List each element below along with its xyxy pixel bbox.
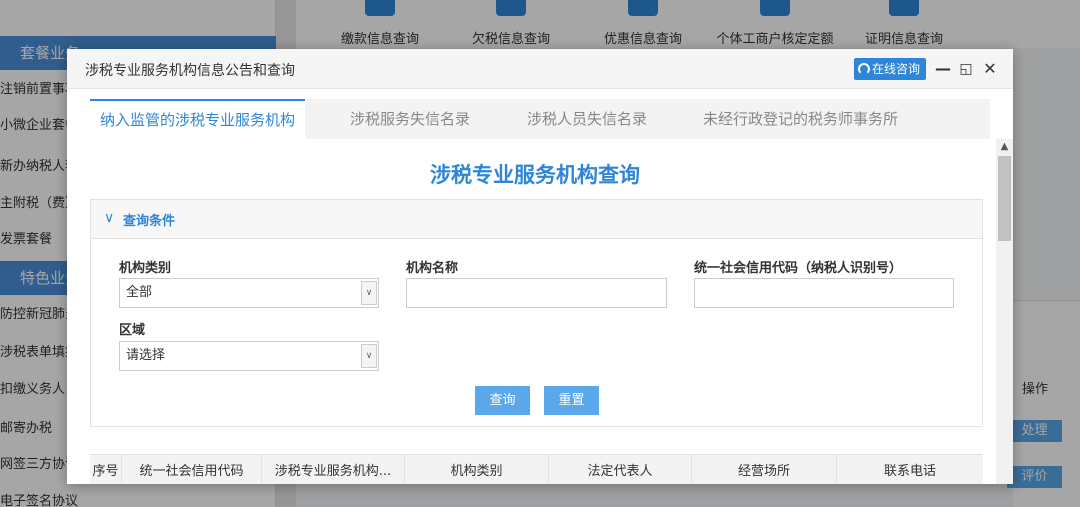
headset-icon [858,63,870,75]
online-consult-button[interactable]: 在线咨询 [854,58,926,80]
col-credit-code: 统一社会信用代码 [122,455,262,484]
col-org-name: 涉税专业服务机构... [262,455,405,484]
modal-title: 涉税专业服务机构信息公告和查询 [85,63,295,79]
scroll-up-icon[interactable]: ▲ [996,139,1013,155]
criteria-header[interactable]: ∨ 查询条件 [91,200,982,239]
query-criteria-panel: ∨ 查询条件 机构类别 全部 ∨ 机构名称 统一社会信用代码（纳税人识别号） 区… [90,199,983,427]
search-title: 涉税专业服务机构查询 [430,163,640,187]
chevron-down-icon: ∨ [104,210,115,226]
org-type-select[interactable]: 全部 ∨ [119,278,379,308]
modal-header: 涉税专业服务机构信息公告和查询 在线咨询 — ◱ ✕ [67,49,1013,89]
tab-unregistered-firms[interactable]: 未经行政登记的税务师事务所 [703,99,898,139]
credit-code-label: 统一社会信用代码（纳税人识别号） [694,261,903,276]
col-phone: 联系电话 [883,464,936,479]
region-label: 区域 [119,323,146,338]
col-business-address: 经营场所 [692,455,837,484]
chevron-down-icon: ∨ [361,344,377,368]
region-select[interactable]: 请选择 ∨ [119,341,379,371]
tab-personnel-dishonest[interactable]: 涉税人员失信名录 [527,99,647,139]
org-name-input[interactable] [406,278,667,308]
credit-code-input[interactable] [694,278,954,308]
maximize-icon[interactable]: ◱ [956,58,976,80]
col-org-type: 机构类别 [405,455,549,484]
col-legal-rep: 法定代表人 [549,455,692,484]
results-table-header: 序号 统一社会信用代码 涉税专业服务机构... 机构类别 法定代表人 经营场所 … [90,454,983,484]
col-index: 序号 [90,455,122,484]
org-name-label: 机构名称 [406,261,459,276]
query-button[interactable]: 查询 [475,386,530,415]
close-icon[interactable]: ✕ [980,58,1000,80]
scrollbar[interactable]: ▲ [996,139,1013,484]
org-query-modal: 涉税专业服务机构信息公告和查询 在线咨询 — ◱ ✕ 纳入监管的涉税专业服务机构… [67,49,1013,484]
minimize-icon[interactable]: — [933,58,953,80]
tab-bar: 纳入监管的涉税专业服务机构 涉税服务失信名录 涉税人员失信名录 未经行政登记的税… [90,99,990,139]
chevron-down-icon: ∨ [361,281,377,305]
reset-button[interactable]: 重置 [544,386,599,415]
tab-service-dishonest[interactable]: 涉税服务失信名录 [350,99,470,139]
tab-supervised-orgs[interactable]: 纳入监管的涉税专业服务机构 [90,99,306,139]
org-type-label: 机构类别 [119,261,172,276]
